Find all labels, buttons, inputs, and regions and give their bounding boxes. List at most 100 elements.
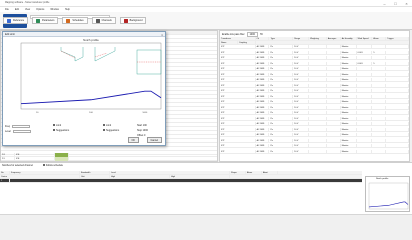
table-row[interactable]: ICP AC 1MΩ Pa 10 V Monitor xyxy=(220,94,410,99)
table-cell: ICP xyxy=(220,94,256,99)
table-row[interactable]: ICP AC 1MΩ Pa 10 V Monitor xyxy=(220,149,410,154)
checkbox[interactable] xyxy=(42,164,45,167)
opt-suggestions-a[interactable]: Suggestions xyxy=(53,129,93,134)
table-cell: Monitor xyxy=(341,72,357,77)
table-row[interactable]: ICP AC 1MΩ Pa 10 V Monitor xyxy=(220,116,410,121)
table-cell: Monitor xyxy=(341,133,357,137)
menu-window[interactable]: Window xyxy=(50,8,59,11)
table-row[interactable]: ICP AC 1MΩ Pa 10 V Monitor xyxy=(220,144,410,148)
opt-suggestions-b[interactable]: Suggestions xyxy=(103,129,133,134)
table-row[interactable]: ICP AC 1MΩ Pa 10 V Monitor xyxy=(220,78,410,82)
checkbox[interactable] xyxy=(53,124,55,127)
table-cell xyxy=(386,45,410,49)
x-ticks: 10 100 1000 xyxy=(36,112,148,114)
table-row[interactable]: ICP AC 1MΩ Pa 10 V Monitor xyxy=(220,56,410,60)
table-row[interactable]: ICP AC 1MΩ Pa 10 V Monitor xyxy=(220,45,410,49)
table-cell: AC 1MΩ xyxy=(256,56,270,60)
table-row[interactable]: ICP AC 1MΩ Pa 10 V Monitor 0.001 5 xyxy=(220,50,410,55)
dialog-title: Edit Limit xyxy=(5,33,15,36)
table-cell xyxy=(386,133,410,137)
table-cell: 10 V xyxy=(293,149,310,154)
dialog-close-icon[interactable]: × xyxy=(161,33,163,37)
table-row[interactable]: 1 xyxy=(0,179,362,183)
table-cell xyxy=(386,94,410,99)
dialog-left-fields: Freq Level xyxy=(5,124,53,144)
table-cell xyxy=(327,138,341,143)
menu-file[interactable]: File xyxy=(5,8,9,11)
table-cell xyxy=(309,72,327,77)
table-cell xyxy=(372,72,387,77)
table-cell xyxy=(386,56,410,60)
table-cell xyxy=(386,138,410,143)
table-cell: Pa xyxy=(269,61,294,66)
menu-view[interactable]: View xyxy=(25,8,30,11)
table-cell xyxy=(327,61,341,66)
table-cell xyxy=(327,89,341,93)
checkbox[interactable] xyxy=(103,129,105,132)
table-cell: Monitor xyxy=(341,50,357,55)
table-row[interactable]: ICP AC 1MΩ Pa 10 V Monitor xyxy=(220,138,410,143)
table-cell: AC 1MΩ xyxy=(256,144,270,148)
tab-parameters[interactable]: Parameters xyxy=(32,17,59,24)
title-bar: Mapping software - Noise transducer prof… xyxy=(0,0,412,7)
table-cell: AC 1MΩ xyxy=(256,72,270,77)
table-cell xyxy=(357,89,373,93)
table-cell: Monitor xyxy=(341,94,357,99)
table-row[interactable]: ICP AC 1MΩ Pa 10 V Monitor xyxy=(220,83,410,88)
table-cell: Monitor xyxy=(341,144,357,148)
dialog-options-a: Limit Suggestions xyxy=(53,124,93,134)
table-row[interactable]: ICP AC 1MΩ Pa 10 V Monitor xyxy=(220,111,410,115)
table-cell xyxy=(309,133,327,137)
table-cell xyxy=(357,56,373,60)
minimize-button[interactable]: – xyxy=(379,0,390,7)
ok-button[interactable]: OK xyxy=(127,137,139,143)
table-row[interactable]: ICP AC 1MΩ Pa 10 V Monitor xyxy=(220,127,410,132)
maximize-button[interactable]: □ xyxy=(390,0,401,7)
table-row[interactable]: ICP AC 1MΩ Pa 10 V Monitor xyxy=(220,105,410,110)
table-cell: ICP xyxy=(220,50,256,55)
table-cell xyxy=(309,94,327,99)
table-row[interactable]: ICP AC 1MΩ Pa 10 V Monitor xyxy=(220,133,410,137)
table-cell: 10 V xyxy=(293,111,310,115)
table-cell xyxy=(386,149,410,154)
table-row[interactable]: ICP AC 1MΩ Pa 10 V Monitor 0.001 5 xyxy=(220,61,410,66)
table-row[interactable]: ICP AC 1MΩ Pa 10 V Monitor xyxy=(220,72,410,77)
table-cell xyxy=(327,100,341,104)
table-cell xyxy=(357,111,373,115)
checkbox[interactable] xyxy=(53,129,55,132)
notches-title: Notches for selected channel xyxy=(2,164,33,167)
level-input[interactable] xyxy=(12,130,31,133)
table-row[interactable]: ICP AC 1MΩ Pa 10 V Monitor xyxy=(220,122,410,126)
channels-icon xyxy=(95,18,100,23)
table-row[interactable]: ICP AC 1MΩ Pa 10 V Monitor xyxy=(220,67,410,71)
table-cell xyxy=(327,133,341,137)
table-cell xyxy=(372,67,387,71)
table-cell xyxy=(372,122,387,126)
table-cell: Pa xyxy=(269,67,294,71)
menu-edit[interactable]: Edit xyxy=(15,8,19,11)
table-cell: Monitor xyxy=(341,105,357,110)
tab-schedules[interactable]: Schedules xyxy=(62,17,88,24)
tab-reference[interactable]: Reference xyxy=(3,17,29,24)
follow-schedule-option[interactable]: Follow schedule xyxy=(42,164,63,167)
plot-area xyxy=(20,42,162,110)
table-row[interactable]: ICP AC 1MΩ Pa 10 V Monitor xyxy=(220,89,410,93)
tab-background[interactable]: Background xyxy=(119,17,147,24)
menu-options[interactable]: Options xyxy=(36,8,44,11)
table-cell: ICP xyxy=(220,122,256,126)
table-cell: AC 1MΩ xyxy=(256,67,270,71)
checkbox[interactable] xyxy=(103,124,105,127)
table-cell: Monitor xyxy=(341,45,357,49)
table-cell xyxy=(327,111,341,115)
table-row[interactable]: ICP AC 1MΩ Pa 10 V Monitor xyxy=(220,100,410,104)
notches-header: Notches for selected channel Follow sche… xyxy=(2,164,63,167)
table-cell xyxy=(357,45,373,49)
freq-input[interactable] xyxy=(11,125,30,128)
cancel-button[interactable]: Cancel xyxy=(146,137,162,143)
menu-help[interactable]: Help xyxy=(65,8,70,11)
table-cell: AC 1MΩ xyxy=(256,127,270,132)
table-cell xyxy=(372,116,387,121)
tab-channels[interactable]: Channels xyxy=(91,17,116,24)
close-button[interactable]: × xyxy=(401,0,412,7)
list-item[interactable]: 2.9 ICE xyxy=(1,157,217,161)
